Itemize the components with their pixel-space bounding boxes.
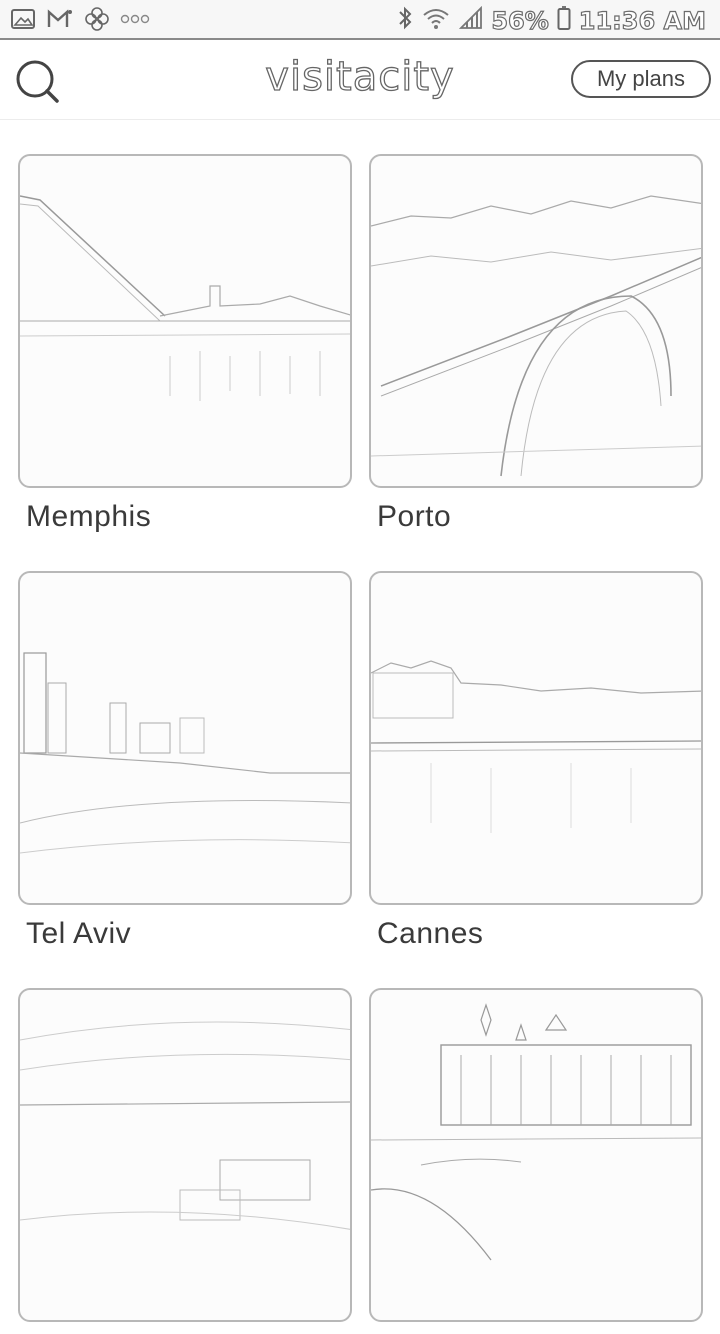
status-right-group: 56% 11:36 AM (397, 5, 707, 37)
city-name: Porto (377, 500, 452, 533)
tel-aviv-sketch (20, 652, 350, 854)
bluetooth-icon (397, 5, 413, 37)
status-left-icons (10, 6, 150, 37)
city-name: Tel Aviv (26, 917, 132, 950)
city-card-tel-aviv[interactable]: Tel Aviv (18, 571, 352, 951)
cannes-sketch (371, 660, 701, 833)
city-5-sketch (20, 1021, 350, 1230)
status-bar: 56% 11:36 AM (0, 0, 720, 40)
city-card-cannes[interactable]: Cannes (369, 571, 703, 951)
porto-sketch (371, 195, 701, 477)
city-image-cannes[interactable] (369, 571, 703, 905)
city-card-memphis[interactable]: Memphis (18, 154, 352, 534)
city-6-sketch (371, 1003, 701, 1261)
city-card-6[interactable] (369, 988, 703, 1334)
city-image-porto[interactable] (369, 154, 703, 488)
city-image-tel-aviv[interactable] (18, 571, 352, 905)
city-name: Cannes (377, 917, 484, 950)
signal-icon (459, 5, 483, 36)
gmail-icon (46, 7, 74, 36)
city-card-porto[interactable]: Porto (369, 154, 703, 534)
app-header: visitacity My plans (0, 40, 720, 120)
battery-icon (557, 5, 571, 37)
clock-time: 11:36 AM (578, 6, 706, 35)
memphis-sketch (20, 195, 350, 401)
city-card-5[interactable] (18, 988, 352, 1334)
city-grid: Memphis Porto Tel Aviv Cannes (0, 120, 720, 1322)
city-image-5[interactable] (18, 988, 352, 1322)
city-name: Memphis (26, 500, 152, 533)
battery-percent: 56% (491, 6, 550, 35)
gallery-icon (10, 7, 36, 36)
city-image-6[interactable] (369, 988, 703, 1322)
city-image-memphis[interactable] (18, 154, 352, 488)
more-dots-icon (120, 12, 150, 31)
my-plans-button[interactable]: My plans (571, 60, 711, 98)
wifi-icon (421, 6, 451, 36)
pinwheel-icon (84, 6, 110, 37)
